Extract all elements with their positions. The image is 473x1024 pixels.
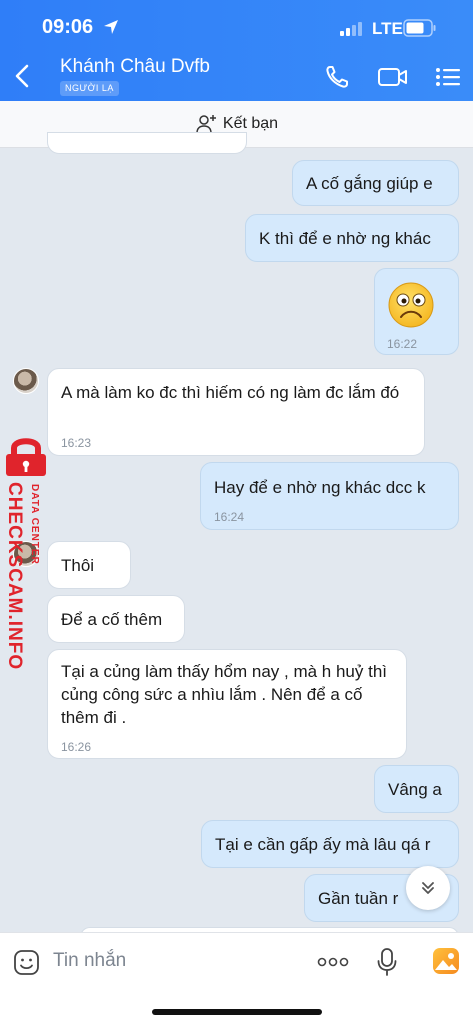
location-arrow-icon [104,20,118,34]
contact-name[interactable]: Khánh Châu Dvfb [60,56,210,78]
message-bubble[interactable]: A cố gắng giúp e [292,160,459,206]
back-arrow-icon[interactable] [12,63,34,89]
message-input[interactable]: Tin nhắn [53,950,126,972]
message-bubble[interactable]: Để a cố thêm [47,595,185,643]
menu-list-icon[interactable] [434,62,462,92]
network-type: LTE [372,19,403,38]
signal-icon [340,22,362,36]
message-text: Hay để e nhờ ng khác dcc k [214,478,426,497]
phone-call-icon[interactable] [322,62,352,92]
message-text: Gần tuần r [318,889,399,908]
watermark-tagline: DATA CENTER [29,484,40,565]
double-chevron-down-icon [422,882,434,894]
message-text: Tại e cần gấp ấy mà lâu qá r [215,835,431,854]
message-time: 16:23 [61,436,92,450]
battery-icon [403,19,436,37]
scroll-to-bottom-button[interactable] [406,866,450,910]
message-text: A cố gắng giúp e [306,174,433,193]
message-time: 16:22 [387,337,418,351]
message-bubble[interactable]: A mà làm ko đc thì hiếm có ng làm đc lắm… [47,368,425,456]
video-call-icon[interactable] [377,62,409,92]
watermark: CHECKSCAM.INFO DATA CENTER [0,432,60,672]
watermark-brand: CHECKSCAM.INFO [4,482,25,671]
more-options-icon[interactable] [317,955,349,969]
sad-face-sticker-icon [388,282,434,328]
message-text: Tại a củng làm thấy hổm nay , mà h huỷ t… [61,662,387,727]
emoji-icon[interactable] [13,949,40,976]
message-text: Để a cố thêm [61,610,163,629]
message-input-bar: Tin nhắn [0,932,473,1024]
message-text: K thì để e nhờ ng khác [259,229,431,248]
message-time: 16:24 [214,510,245,524]
message-bubble[interactable]: Vâng a [374,765,459,813]
status-time: 09:06 [42,16,94,38]
message-bubble[interactable]: K thì để e nhờ ng khác [245,214,459,262]
avatar[interactable] [13,368,39,394]
message-time: 16:26 [61,740,92,754]
home-indicator [152,1009,322,1015]
message-text: Vâng a [388,780,442,799]
message-bubble[interactable]: Tại e cần gấp ấy mà lâu qá r [201,820,459,868]
message-bubble[interactable]: Hay để e nhờ ng khác dcc k 16:24 [200,462,459,530]
padlock-logo-icon [6,438,46,476]
message-bubble-partial [47,132,247,154]
sticker-bubble[interactable]: 16:22 [374,268,459,355]
message-text: A mà làm ko đc thì hiếm có ng làm đc lắm… [61,383,400,402]
add-friend-label: Kết bạn [222,115,279,132]
image-gallery-icon[interactable] [432,947,460,975]
chat-header: 09:06 LTE Khánh Châu Dvfb NGƯỜI LẠ [0,0,473,101]
message-text: Thôi [61,556,95,575]
stranger-badge: NGƯỜI LẠ [60,81,119,96]
microphone-icon[interactable] [376,947,398,977]
message-bubble[interactable]: Tại a củng làm thấy hổm nay , mà h huỷ t… [47,649,407,759]
